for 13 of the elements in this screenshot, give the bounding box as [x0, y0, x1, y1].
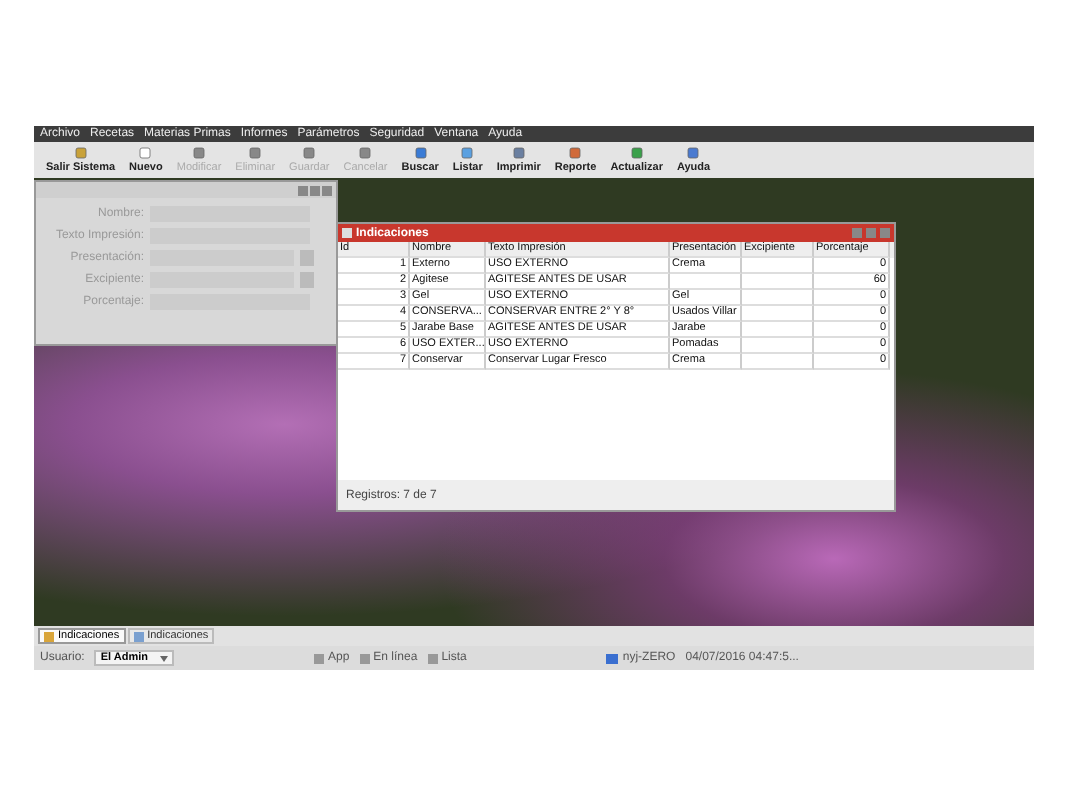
minimize-button[interactable]	[852, 228, 862, 238]
window-icon	[133, 631, 144, 641]
caret-icon	[159, 655, 168, 661]
maximize-button[interactable]	[310, 185, 320, 195]
close-button[interactable]	[880, 228, 890, 238]
minimize-button[interactable]	[298, 185, 308, 195]
close-button[interactable]	[322, 185, 332, 195]
status-icon	[359, 653, 370, 663]
status-icon	[313, 653, 324, 663]
window-icon	[44, 631, 54, 641]
maximize-button[interactable]	[866, 228, 876, 238]
status-icon	[427, 653, 438, 663]
window-icon	[342, 228, 352, 238]
